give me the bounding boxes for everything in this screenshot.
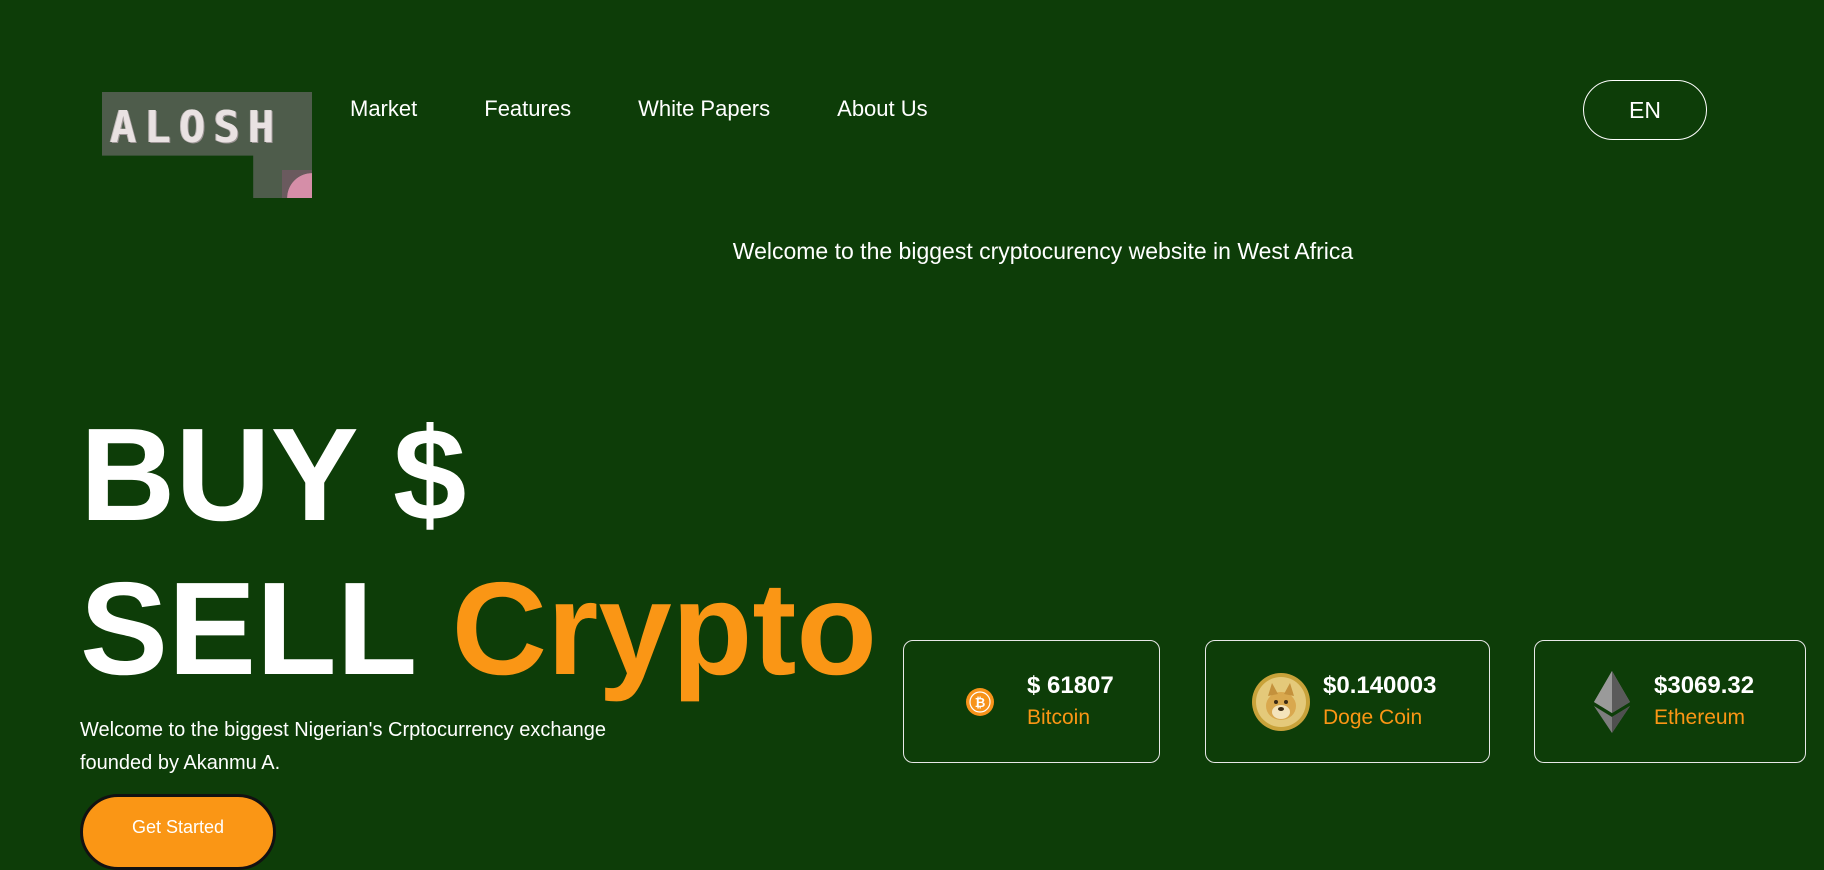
brand-logo[interactable]: ALOSH (102, 92, 312, 198)
get-started-button[interactable]: Get Started (80, 794, 276, 870)
language-button[interactable]: EN (1583, 80, 1707, 140)
hero-sell-word: SELL (80, 555, 415, 702)
dogecoin-icon (1251, 672, 1311, 732)
coin-name: Ethereum (1654, 705, 1746, 729)
bitcoin-icon: ₿ (965, 687, 995, 717)
coin-price: $0.140003 (1323, 671, 1437, 699)
coin-name: Bitcoin (1027, 705, 1091, 729)
coin-card-ethereum[interactable]: $3069.32 Ethereum (1534, 640, 1806, 763)
welcome-banner: Welcome to the biggest cryptocurency web… (732, 238, 1354, 264)
ethereum-icon (1592, 670, 1632, 733)
main-nav: Market Features White Papers About Us (350, 96, 928, 122)
coin-price: $3069.32 (1654, 671, 1755, 699)
logo-text: ALOSH (110, 102, 283, 153)
hero-line-sell: SELL Crypto (80, 552, 877, 706)
coin-card-bitcoin[interactable]: ₿ $ 61807 Bitcoin (903, 640, 1160, 763)
logo-decoration (282, 170, 312, 198)
hero-line-buy: BUY $ (80, 401, 467, 548)
hero-subtitle: Welcome to the biggest Nigerian's Crptoc… (80, 719, 606, 774)
coin-card-dogecoin[interactable]: $0.140003 Doge Coin (1205, 640, 1490, 763)
coin-name: Doge Coin (1323, 705, 1423, 729)
hero-crypto-word: Crypto (451, 555, 877, 702)
hero-heading: BUY $ SELL Crypto (80, 398, 877, 706)
nav-item-market[interactable]: Market (350, 96, 417, 122)
nav-item-white-papers[interactable]: White Papers (638, 96, 770, 122)
nav-item-about-us[interactable]: About Us (837, 96, 928, 122)
svg-text:₿: ₿ (975, 696, 986, 711)
nav-item-features[interactable]: Features (484, 96, 571, 122)
coin-price: $ 61807 (1027, 671, 1114, 699)
